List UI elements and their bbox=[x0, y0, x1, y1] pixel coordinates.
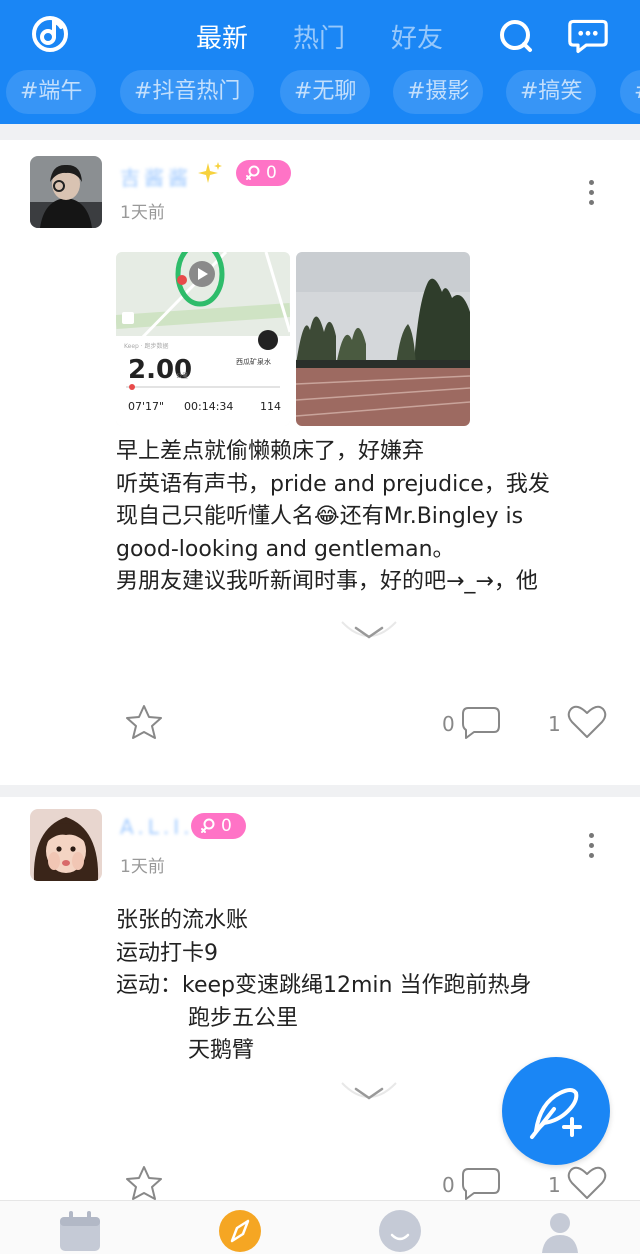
avatar[interactable] bbox=[30, 156, 102, 228]
tab-friends[interactable]: 好友 bbox=[391, 18, 443, 55]
post-text-line: 张张的流水账 bbox=[116, 908, 249, 933]
chat-bubble-icon[interactable] bbox=[378, 1209, 422, 1253]
chat-icon[interactable] bbox=[568, 16, 608, 56]
calendar-icon[interactable] bbox=[58, 1209, 102, 1253]
like-count: 1 bbox=[548, 712, 561, 736]
post-time: 1天前 bbox=[120, 857, 165, 877]
more-options-icon[interactable] bbox=[589, 833, 597, 863]
divider bbox=[0, 785, 640, 797]
female-icon bbox=[246, 165, 260, 180]
level-badge: 0 bbox=[236, 160, 291, 186]
post-text-line: 运动打卡9 bbox=[116, 940, 218, 966]
comment-count: 0 bbox=[442, 1173, 455, 1197]
level-value: 0 bbox=[221, 816, 232, 836]
hashtag-chip[interactable]: #端午 bbox=[6, 70, 97, 114]
post-time: 1天前 bbox=[120, 203, 165, 223]
post-photo[interactable] bbox=[296, 252, 470, 426]
level-value: 0 bbox=[266, 163, 277, 183]
expand-chevron-icon[interactable] bbox=[340, 620, 398, 648]
level-badge: 0 bbox=[191, 813, 246, 839]
post-text-line: 跑步五公里 bbox=[188, 1005, 299, 1031]
favorite-star-icon[interactable] bbox=[124, 704, 164, 740]
post-text-line: 运动：keep变速跳绳12min 当作跑前热身 bbox=[116, 973, 532, 998]
comment-icon[interactable] bbox=[460, 704, 502, 740]
feed-post: 吉酱酱 0 1天前 Keep · 跑步数据 2.00 公里 西瓜矿泉水 07'1… bbox=[0, 140, 640, 785]
comment-icon[interactable] bbox=[460, 1165, 502, 1201]
divider bbox=[0, 124, 640, 140]
hashtag-bar: #端午 #抖音热门 #无聊 #摄影 #搞笑 # bbox=[0, 70, 640, 116]
post-text-line: 早上差点就偷懒赖床了，好嫌弃 bbox=[116, 439, 425, 464]
tracker-duration: 00:14:34 bbox=[184, 400, 233, 413]
sparkle-icon bbox=[198, 162, 222, 183]
avatar[interactable] bbox=[30, 809, 102, 881]
comment-count: 0 bbox=[442, 712, 455, 736]
post-text-line: good-looking and gentleman。 bbox=[116, 536, 455, 562]
heart-icon[interactable] bbox=[566, 1165, 608, 1201]
top-bar: 最新 热门 好友 #端午 #抖音热门 #无聊 #摄影 #搞笑 # bbox=[0, 0, 640, 124]
tracker-pace: 07'17" bbox=[128, 400, 164, 413]
tracker-distance: 2.00 bbox=[128, 355, 192, 385]
bottom-nav bbox=[0, 1200, 640, 1254]
hashtag-chip[interactable]: #抖音热门 bbox=[120, 70, 255, 114]
post-content: 早上差点就偷懒赖床了，好嫌弃 听英语有声书，pride and prejudic… bbox=[116, 436, 616, 599]
post-content: 张张的流水账 运动打卡9 运动：keep变速跳绳12min 当作跑前热身 跑步五… bbox=[116, 905, 616, 1068]
hashtag-chip[interactable]: #摄影 bbox=[393, 70, 484, 114]
username[interactable]: 吉酱酱 bbox=[120, 162, 192, 191]
heart-icon[interactable] bbox=[566, 704, 608, 740]
favorite-star-icon[interactable] bbox=[124, 1165, 164, 1201]
tab-hot[interactable]: 热门 bbox=[293, 18, 345, 55]
post-photo[interactable]: Keep · 跑步数据 2.00 公里 西瓜矿泉水 07'17" 00:14:3… bbox=[116, 252, 290, 426]
feather-plus-icon bbox=[530, 1088, 582, 1139]
female-icon bbox=[201, 818, 215, 833]
post-text-line: 男朋友建议我听新闻时事，好的吧→_→，他 bbox=[116, 569, 538, 594]
hashtag-chip[interactable]: #无聊 bbox=[280, 70, 371, 114]
like-count: 1 bbox=[548, 1173, 561, 1197]
svg-text:Keep · 跑步数据: Keep · 跑步数据 bbox=[124, 342, 169, 350]
tab-latest[interactable]: 最新 bbox=[196, 18, 248, 55]
post-text-line: 现自己只能听懂人名😂还有Mr.Bingley is bbox=[116, 504, 524, 529]
app-logo-icon[interactable] bbox=[30, 14, 70, 54]
more-options-icon[interactable] bbox=[589, 180, 597, 210]
hashtag-chip[interactable]: # bbox=[620, 70, 640, 114]
discover-compass-icon[interactable] bbox=[218, 1209, 262, 1253]
search-icon[interactable] bbox=[496, 16, 536, 56]
tracker-calories: 114 bbox=[260, 400, 281, 413]
hashtag-chip[interactable]: #搞笑 bbox=[506, 70, 597, 114]
svg-text:公里: 公里 bbox=[176, 373, 188, 380]
expand-chevron-icon[interactable] bbox=[340, 1081, 398, 1109]
profile-icon[interactable] bbox=[538, 1209, 582, 1253]
compose-post-button[interactable] bbox=[502, 1057, 610, 1165]
tracker-location: 西瓜矿泉水 bbox=[236, 357, 271, 366]
post-text-line: 听英语有声书，pride and prejudice，我发 bbox=[116, 471, 550, 497]
